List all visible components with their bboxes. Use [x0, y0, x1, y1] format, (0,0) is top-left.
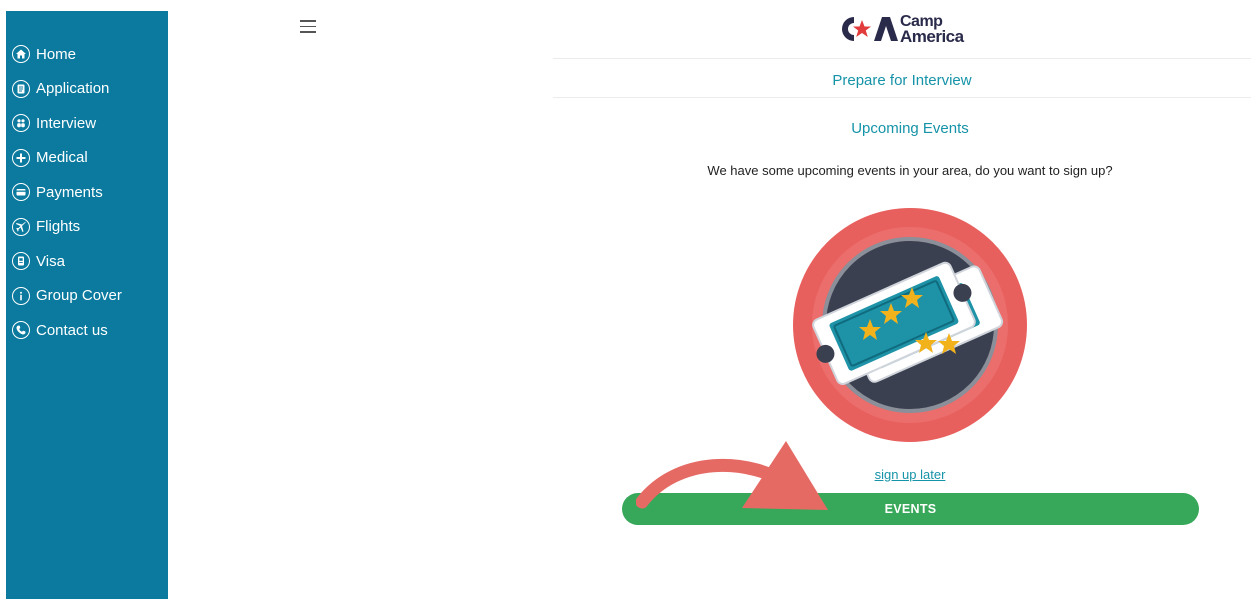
- airplane-icon: [12, 217, 30, 236]
- events-prompt-text: We have some upcoming events in your are…: [707, 163, 1113, 178]
- sidebar-item-label: Home: [36, 45, 77, 63]
- section-title: Upcoming Events: [851, 120, 969, 137]
- hamburger-menu-icon[interactable]: [300, 20, 316, 34]
- sidebar-item-interview[interactable]: Interview: [6, 106, 122, 141]
- sidebar: Home Application Interview Medical Payme…: [6, 11, 168, 599]
- application-icon: [12, 79, 30, 98]
- page-title: Prepare for Interview: [832, 72, 972, 89]
- sidebar-item-payments[interactable]: Payments: [6, 175, 122, 210]
- sidebar-item-label: Medical: [36, 149, 88, 167]
- title-divider: [553, 97, 1251, 98]
- sidebar-item-label: Visa: [36, 252, 65, 270]
- sidebar-item-medical[interactable]: Medical: [6, 141, 122, 176]
- events-button[interactable]: EVENTS: [622, 493, 1199, 525]
- sidebar-item-visa[interactable]: Visa: [6, 244, 122, 279]
- sidebar-item-label: Interview: [36, 114, 97, 132]
- logo-text-america: America: [900, 27, 964, 46]
- medical-plus-icon: [12, 148, 30, 167]
- sidebar-item-contact-us[interactable]: Contact us: [6, 313, 122, 348]
- sidebar-item-flights[interactable]: Flights: [6, 210, 122, 245]
- payment-card-icon: [12, 183, 30, 202]
- event-tickets-icon: [793, 208, 1027, 442]
- header-divider: [553, 58, 1251, 59]
- sidebar-item-home[interactable]: Home: [6, 37, 122, 72]
- sidebar-nav: Home Application Interview Medical Payme…: [6, 37, 122, 348]
- sidebar-item-group-cover[interactable]: Group Cover: [6, 279, 122, 314]
- phone-icon: [12, 321, 30, 340]
- home-icon: [12, 45, 30, 64]
- sidebar-item-label: Application: [36, 80, 110, 98]
- interview-icon: [12, 114, 30, 133]
- sign-up-later-link[interactable]: sign up later: [553, 467, 1251, 482]
- visa-document-icon: [12, 252, 30, 271]
- sidebar-item-label: Group Cover: [36, 287, 122, 305]
- sidebar-item-application[interactable]: Application: [6, 72, 122, 107]
- sidebar-item-label: Payments: [36, 183, 103, 201]
- info-icon: [12, 286, 30, 305]
- camp-america-logo-mark-icon: [842, 17, 898, 41]
- sidebar-item-label: Contact us: [36, 321, 108, 339]
- sidebar-item-label: Flights: [36, 218, 81, 236]
- camp-america-logo: Camp America: [836, 9, 964, 49]
